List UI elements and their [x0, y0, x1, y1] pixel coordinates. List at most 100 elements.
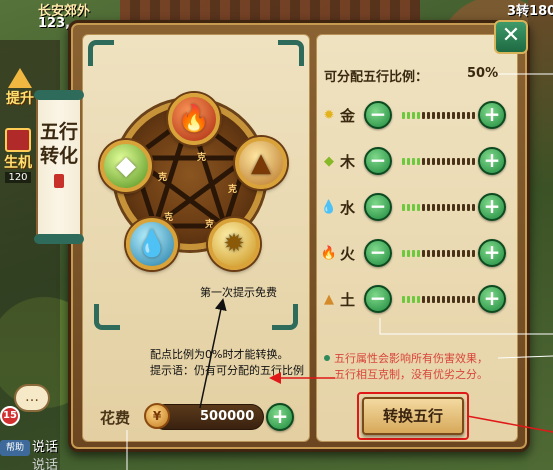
decrease-button[interactable]: −: [364, 285, 392, 313]
ratio-segment: [402, 250, 405, 257]
ratio-segment: [432, 158, 435, 165]
ratio-segment: [442, 250, 445, 257]
cost-value: 500000: [200, 409, 255, 424]
ratio-segment: [447, 158, 450, 165]
corner-ornament: [94, 304, 120, 330]
ratio-segment: [452, 158, 455, 165]
water-orb[interactable]: 💧: [126, 218, 178, 270]
ratio-segment: [437, 296, 440, 303]
increase-button[interactable]: +: [478, 101, 506, 129]
ratio-segment: [447, 296, 450, 303]
ratio-segment: [422, 204, 425, 211]
ratio-segment: [422, 158, 425, 165]
metal-orb[interactable]: ✹: [208, 218, 260, 270]
ratio-segment: [407, 158, 410, 165]
ratio-segment: [432, 250, 435, 257]
map-coordinates: 123,: [38, 16, 71, 31]
water-icon: 💧: [135, 229, 169, 259]
increase-button[interactable]: +: [478, 147, 506, 175]
red-seal-icon: [54, 174, 64, 188]
ratio-segment: [427, 296, 430, 303]
decrease-button[interactable]: −: [364, 147, 392, 175]
ratio-segment: [402, 204, 405, 211]
ratio-segment: [467, 250, 470, 257]
ratio-segment: [457, 158, 460, 165]
ratio-segment: [467, 158, 470, 165]
notification-badge[interactable]: 15: [0, 406, 20, 426]
ratio-segment: [417, 158, 420, 165]
upgrade-button[interactable]: 提升: [2, 66, 38, 120]
ratio-segment: [457, 204, 460, 211]
fire-icon: 🔥: [177, 104, 211, 134]
earth-icon: ▲: [251, 148, 271, 178]
ratio-segment: [472, 204, 475, 211]
allocatable-ratio-label: 可分配五行比例：: [324, 70, 429, 85]
element-icon: 💧: [320, 200, 338, 215]
add-currency-button[interactable]: +: [266, 403, 294, 431]
ratio-segment: [437, 112, 440, 119]
ratio-segment: [442, 296, 445, 303]
ratio-segment: [407, 250, 410, 257]
gift-button[interactable]: 生机 120: [0, 128, 36, 194]
dialog-title-line: 转化: [39, 145, 78, 167]
ratio-segment: [427, 112, 430, 119]
ratio-segment: [467, 204, 470, 211]
ratio-segment: [417, 296, 420, 303]
ratio-segment: [427, 158, 430, 165]
dialog-title-line: 五行: [39, 121, 78, 143]
ratio-segment: [467, 296, 470, 303]
dialog-title-scroll: 五行 转化: [34, 90, 84, 244]
cost-label: 花费: [100, 409, 131, 427]
ratio-segment: [447, 204, 450, 211]
ratio-segment: [402, 296, 405, 303]
fire-orb[interactable]: 🔥: [168, 93, 220, 145]
increase-button[interactable]: +: [478, 193, 506, 221]
gift-count: 120: [5, 172, 31, 183]
ratio-segment: [462, 296, 465, 303]
help-button[interactable]: 帮助: [0, 440, 30, 456]
chat-bubble-icon[interactable]: …: [14, 384, 50, 412]
earth-orb[interactable]: ▲: [235, 137, 287, 189]
increase-button[interactable]: +: [478, 239, 506, 267]
ratio-segment: [447, 250, 450, 257]
info-line: 五行相互克制，没有优劣之分。: [334, 368, 488, 381]
ratio-segment: [442, 158, 445, 165]
decrease-button[interactable]: −: [364, 101, 392, 129]
increase-button[interactable]: +: [478, 285, 506, 313]
element-icon: ◆: [324, 154, 334, 169]
ratio-segment: [402, 158, 405, 165]
element-icon: ✹: [323, 108, 335, 123]
ratio-segment: [427, 204, 430, 211]
chat-line: 说话: [32, 440, 59, 455]
player-turn-level: 3转180: [507, 4, 553, 19]
ratio-segment: [437, 158, 440, 165]
coin-icon: ¥: [144, 403, 170, 429]
ratio-segment: [437, 250, 440, 257]
ratio-segment: [407, 296, 410, 303]
gift-label: 生机: [4, 155, 32, 171]
ratio-segment: [417, 204, 420, 211]
decrease-button[interactable]: −: [364, 239, 392, 267]
decrease-button[interactable]: −: [364, 193, 392, 221]
ratio-segment: [447, 112, 450, 119]
ratio-segment: [472, 250, 475, 257]
restrain-label: 克: [197, 153, 207, 163]
ratio-segment: [432, 204, 435, 211]
close-button[interactable]: ✕: [494, 20, 528, 54]
ratio-segment: [462, 112, 465, 119]
ratio-segment: [412, 204, 415, 211]
upgrade-label: 提升: [6, 91, 34, 107]
annotation-rule: 配点比例为0%时才能转换。: [150, 348, 289, 361]
ratio-segment: [417, 250, 420, 257]
ratio-segment: [452, 296, 455, 303]
ratio-segment: [422, 112, 425, 119]
element-icon: 🔥: [320, 246, 338, 261]
wood-orb[interactable]: ◆: [100, 140, 152, 192]
element-icon: ▲: [324, 292, 334, 307]
ratio-segment: [452, 250, 455, 257]
ratio-segment: [442, 204, 445, 211]
element-name: 木: [340, 153, 356, 171]
restrain-label: 克: [228, 185, 238, 195]
ratio-segment: [452, 112, 455, 119]
convert-elements-button[interactable]: 转换五行: [362, 397, 464, 435]
